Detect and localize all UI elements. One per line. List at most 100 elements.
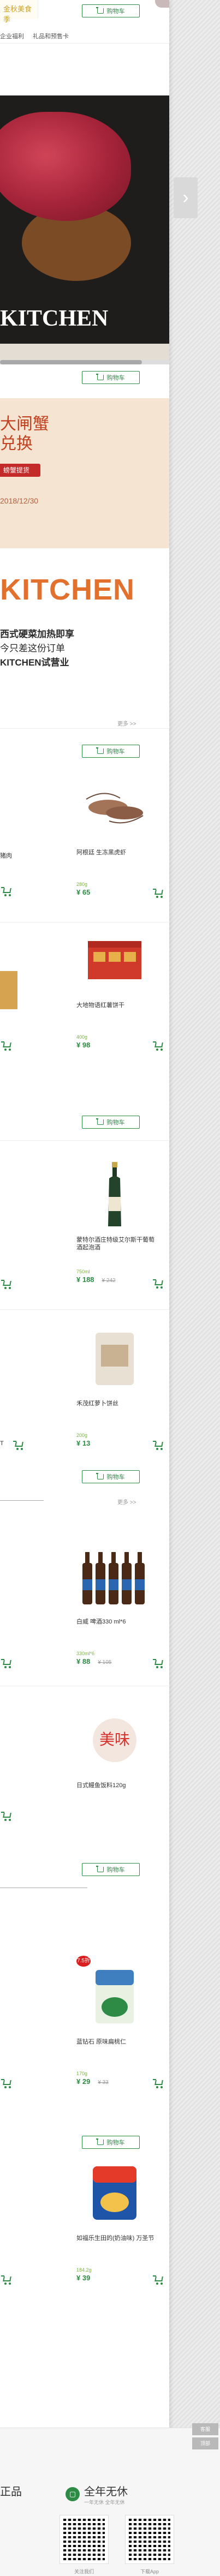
cart-icon	[96, 2138, 104, 2145]
product-name[interactable]: 大地物语红薯饼干	[76, 1002, 158, 1009]
product-name[interactable]: 蓝钻石 原味扁桃仁	[76, 2038, 158, 2046]
crab-promo-title: 大闸蟹 兑换	[0, 415, 49, 454]
product-name[interactable]: 白威 啤酒330 ml*6	[76, 1618, 158, 1626]
product-meta: 184.2g	[76, 2267, 92, 2273]
old-price: ¥ 105	[98, 1660, 112, 1666]
hero-banner[interactable]	[0, 95, 169, 308]
section-cart-button-3[interactable]: 购物车	[82, 1470, 140, 1483]
hero-scrollbar[interactable]	[0, 360, 169, 364]
price-value: ¥ 98	[76, 1041, 91, 1049]
cart-button-label: 购物车	[106, 2140, 125, 2146]
more-link[interactable]: 更多 >>	[117, 719, 136, 727]
left-product-snippet[interactable]: 猪肉	[0, 851, 12, 860]
divider	[0, 1309, 169, 1310]
left-product-image[interactable]	[0, 971, 17, 1009]
shrimp-image	[86, 793, 144, 824]
hero-thumbnail-strip	[0, 344, 169, 360]
section-cart-button-1[interactable]: 购物车	[82, 745, 140, 758]
product-meta: 750ml	[76, 1269, 90, 1274]
hero-bottom: KITCHEN	[0, 305, 169, 344]
qr-code-follow	[60, 2515, 109, 2564]
hero-cart-button[interactable]: 购物车	[82, 371, 140, 384]
add-to-cart-icon[interactable]	[153, 2275, 165, 2285]
cart-button-label: 购物车	[106, 375, 125, 381]
product-card-eel[interactable]: 美味 日式鳗鱼饭料120g	[76, 1708, 169, 1849]
feature-always-open: ▢ 全年无休 一年无休 全年无休	[66, 2483, 128, 2506]
product-card-bag[interactable]: 禾茂红萝卜饼丝 200g ¥ 13	[76, 1326, 169, 1467]
section-cart-button-5[interactable]: 购物车	[82, 2136, 140, 2149]
product-price: ¥ 65	[76, 888, 90, 896]
product-price: ¥ 13	[76, 1439, 90, 1447]
feature-title: 全年无休	[84, 2486, 128, 2498]
product-name[interactable]: 如福乐生田的(奶油味) 万圣节	[76, 2234, 158, 2242]
nav-item-gift-card[interactable]: 礼品和预售卡	[33, 32, 69, 40]
left-add-to-cart-icon[interactable]	[1, 886, 13, 896]
add-to-cart-icon[interactable]	[153, 1041, 165, 1051]
product-name[interactable]: 禾茂红萝卜饼丝	[76, 1400, 158, 1407]
calendar-icon: ▢	[66, 2487, 80, 2501]
left-add-to-cart-icon[interactable]	[1, 1279, 13, 1289]
product-name[interactable]: 阿根廷 生冻黑虎虾	[76, 849, 158, 856]
add-to-cart-icon[interactable]	[153, 1440, 165, 1450]
side-tab-top[interactable]: 顶部	[192, 2437, 218, 2449]
nav-item-welfare[interactable]: 企业福利	[0, 32, 24, 40]
product-image-beer	[76, 1544, 153, 1609]
product-image-bag	[76, 1326, 153, 1391]
side-tabs: 客服 顶部	[192, 2423, 218, 2452]
left-add-to-cart-icon[interactable]	[1, 1811, 13, 1821]
promo-logo-text: 金秋美食季	[3, 5, 32, 24]
top-header: 金秋美食季 购物车 企业福利 礼品和预售卡	[0, 0, 169, 44]
product-card-giftbox[interactable]: 大地物语红薯饼干 400g ¥ 98	[76, 927, 169, 1069]
price-value: ¥ 29	[76, 2077, 91, 2086]
header-cart-button[interactable]: 购物车	[82, 4, 140, 17]
qr-app-label: 下载App	[140, 2569, 159, 2574]
svg-text:美味: 美味	[99, 1730, 130, 1748]
kitchen-line1: 西式硬菜加热即享	[0, 629, 74, 639]
product-price: ¥ 188 ¥ 242	[76, 1275, 116, 1284]
promo-logo[interactable]: 金秋美食季	[0, 0, 38, 24]
kitchen-line2: 今只差这份订单	[0, 643, 65, 654]
site-footer: 正品 ▢ 全年无休 一年无休 全年无休 关注我们 下载App	[0, 2428, 220, 2576]
crab-promo-banner[interactable]: 大闸蟹 兑换 螃蟹提货 2018/12/30	[0, 398, 169, 548]
product-card-chips[interactable]: 如福乐生田的(奶油味) 万圣节 184.2g ¥ 39	[76, 2160, 169, 2302]
product-name[interactable]: 日式鳗鱼饭料120g	[76, 1782, 158, 1789]
product-meta: 400g	[76, 1034, 88, 1040]
left-add-to-cart-icon[interactable]	[1, 2275, 13, 2285]
section-cart-button-4[interactable]: 购物车	[82, 1863, 140, 1876]
price-value: ¥ 13	[76, 1439, 91, 1447]
left-product-snippet[interactable]: T	[0, 1440, 4, 1447]
product-card-shrimp[interactable]: 阿根廷 生冻黑虎虾 280g ¥ 65	[76, 775, 169, 916]
product-image-wine	[76, 1162, 153, 1227]
more-link[interactable]: 更多 >>	[117, 1497, 136, 1506]
left-add-to-cart-icon[interactable]	[13, 1440, 25, 1450]
product-meta: 330ml*6	[76, 1651, 95, 1656]
carousel-next-button[interactable]: ›	[174, 177, 198, 218]
add-to-cart-icon[interactable]	[153, 2078, 165, 2088]
product-name[interactable]: 蒙特尔酒庄特级艾尔斯干葡萄酒起泡酒	[76, 1236, 158, 1251]
product-card-wine[interactable]: 蒙特尔酒庄特级艾尔斯干葡萄酒起泡酒 750ml ¥ 188 ¥ 242	[76, 1162, 169, 1309]
hero-scrollbar-thumb[interactable]	[0, 360, 142, 364]
cart-button-label: 购物车	[106, 1119, 125, 1126]
left-add-to-cart-icon[interactable]	[1, 1658, 13, 1668]
add-to-cart-icon[interactable]	[153, 1279, 165, 1289]
crab-redeem-button[interactable]: 螃蟹提货	[0, 464, 40, 477]
product-image-almond	[76, 1964, 153, 2029]
side-tab-service[interactable]: 客服	[192, 2423, 218, 2435]
kitchen-word: KITCHEN	[0, 573, 135, 606]
qr-code-app	[125, 2515, 174, 2564]
crab-promo-date: 2018/12/30	[0, 496, 39, 505]
snack-pack-image: 美味	[93, 1718, 136, 1762]
product-card-beer[interactable]: 白威 啤酒330 ml*6 330ml*6 ¥ 88 ¥ 105	[76, 1544, 169, 1686]
price-value: ¥ 39	[76, 2274, 91, 2282]
page-content: 金秋美食季 购物车 企业福利 礼品和预售卡 KITCHEN 购物车 大闸蟹 兑换…	[0, 0, 169, 2576]
product-price: ¥ 39	[76, 2274, 90, 2282]
product-card-almond[interactable]: 蓝钻石 原味扁桃仁 170g ¥ 29 ¥ 33	[76, 1964, 169, 2106]
cart-icon	[96, 7, 104, 14]
left-add-to-cart-icon[interactable]	[1, 1041, 13, 1051]
section-cart-button-2[interactable]: 购物车	[82, 1116, 140, 1129]
kitchen-promo[interactable]: KITCHEN 西式硬菜加热即享 今只差这份订单 KITCHEN试营业	[0, 573, 169, 687]
old-price: ¥ 242	[102, 1278, 116, 1284]
left-add-to-cart-icon[interactable]	[1, 2078, 13, 2088]
add-to-cart-icon[interactable]	[153, 888, 165, 898]
add-to-cart-icon[interactable]	[153, 1658, 165, 1668]
